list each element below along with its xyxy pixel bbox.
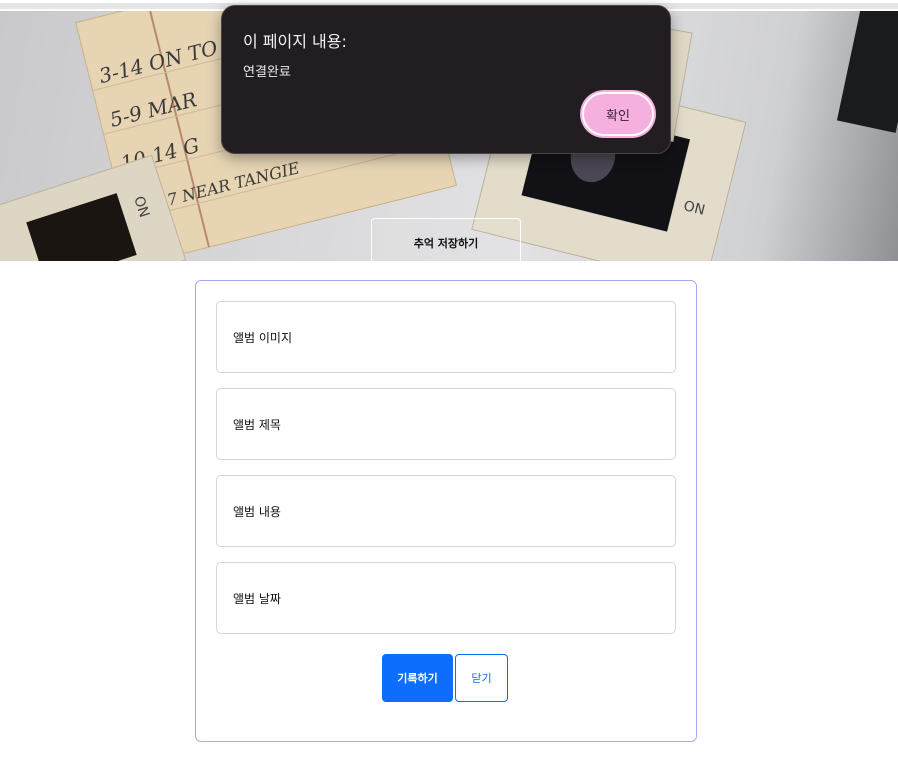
alert-dialog: 이 페이지 내용: 연결완료 확인 xyxy=(221,5,671,154)
record-button[interactable]: 기록하기 xyxy=(382,654,453,702)
dialog-title: 이 페이지 내용: xyxy=(243,32,347,51)
close-button[interactable]: 닫기 xyxy=(455,654,508,702)
dialog-ok-button[interactable]: 확인 xyxy=(582,92,654,136)
album-date-field[interactable]: 앨범 날짜 xyxy=(216,562,676,634)
album-image-field[interactable]: 앨범 이미지 xyxy=(216,301,676,373)
album-form-card: 앨범 이미지 앨범 제목 앨범 내용 앨범 날짜 기록하기 닫기 xyxy=(195,280,697,742)
dialog-message: 연결완료 xyxy=(243,65,291,80)
album-content-field[interactable]: 앨범 내용 xyxy=(216,475,676,547)
album-title-field[interactable]: 앨범 제목 xyxy=(216,388,676,460)
save-memory-button[interactable]: 추억 저장하기 xyxy=(371,218,521,261)
negative-strip xyxy=(836,11,898,133)
